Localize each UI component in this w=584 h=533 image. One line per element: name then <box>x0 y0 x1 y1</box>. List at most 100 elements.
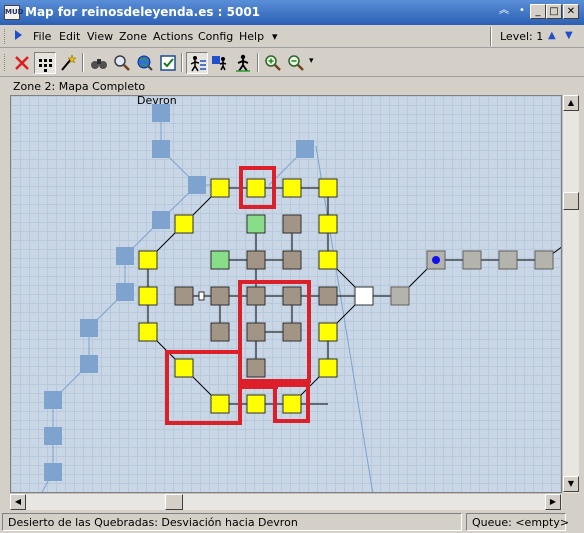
menu-config[interactable]: Config <box>198 30 233 43</box>
room[interactable] <box>246 394 266 414</box>
room[interactable] <box>246 250 266 270</box>
scroll-up-button[interactable]: ▲ <box>563 95 579 111</box>
level-indicator: Level: 1 <box>500 30 544 43</box>
faded-room[interactable] <box>44 391 62 409</box>
menu-overflow-icon[interactable]: ▾ <box>272 30 278 43</box>
faded-room[interactable] <box>152 211 170 229</box>
room[interactable] <box>318 322 338 342</box>
faded-room[interactable] <box>116 283 134 301</box>
room[interactable] <box>174 286 194 306</box>
room[interactable] <box>318 214 338 234</box>
level-down-icon[interactable]: ▼ <box>565 30 573 41</box>
level-up-icon[interactable]: ▲ <box>548 30 556 41</box>
faded-room[interactable] <box>44 427 62 445</box>
status-bar: Desierto de las Quebradas: Desviación ha… <box>0 511 584 533</box>
vertical-scroll-thumb[interactable] <box>563 192 579 210</box>
grid-dots-icon[interactable] <box>34 52 56 74</box>
room[interactable] <box>282 322 302 342</box>
menu-help[interactable]: Help <box>239 30 264 43</box>
faded-room[interactable] <box>116 247 134 265</box>
menu-bar: File Edit View Zone Actions Config Help … <box>0 25 584 48</box>
green-room[interactable] <box>246 214 266 234</box>
toolbar: ▾ <box>0 49 584 77</box>
magic-wand-icon[interactable] <box>57 52 79 74</box>
menu-actions[interactable]: Actions <box>153 30 193 43</box>
scroll-left-button[interactable]: ◀ <box>10 494 26 510</box>
toolbar-grip[interactable] <box>4 54 7 71</box>
zoom-out-icon[interactable] <box>285 52 307 74</box>
room[interactable] <box>282 286 302 306</box>
scrollbar-corner <box>562 493 579 510</box>
faded-room[interactable] <box>188 176 206 194</box>
room[interactable] <box>534 250 554 270</box>
highlight-box <box>238 383 278 389</box>
map-label-devron: Devron <box>137 96 177 107</box>
room[interactable] <box>210 286 230 306</box>
room[interactable] <box>462 250 482 270</box>
room[interactable] <box>174 214 194 234</box>
menu-view[interactable]: View <box>87 30 113 43</box>
horizontal-scroll-thumb[interactable] <box>165 494 183 510</box>
room[interactable] <box>282 250 302 270</box>
menubar-separator <box>490 27 492 46</box>
map-canvas[interactable]: Devron <box>10 95 562 493</box>
walker-path-icon[interactable] <box>209 52 231 74</box>
zoom-in-icon[interactable] <box>262 52 284 74</box>
room[interactable] <box>246 322 266 342</box>
room[interactable] <box>138 250 158 270</box>
scroll-right-button[interactable]: ▶ <box>545 494 561 510</box>
title-bar[interactable]: MUD Map for reinosdeleyenda.es : 5001 ︽ … <box>0 0 584 25</box>
checkbox-icon[interactable] <box>157 52 179 74</box>
room[interactable] <box>318 178 338 198</box>
room[interactable] <box>282 394 302 414</box>
menu-file[interactable]: File <box>33 30 51 43</box>
maximize-button[interactable]: □ <box>546 4 562 19</box>
room[interactable] <box>246 178 266 198</box>
room[interactable] <box>210 322 230 342</box>
room[interactable] <box>318 250 338 270</box>
toolbar-separator <box>181 53 183 72</box>
faded-room[interactable] <box>80 355 98 373</box>
room[interactable] <box>282 214 302 234</box>
menubar-grip[interactable] <box>4 29 7 44</box>
minimize-button[interactable]: _ <box>530 4 546 19</box>
speedwalk-icon[interactable] <box>186 52 208 74</box>
delete-icon[interactable] <box>11 52 33 74</box>
east-rooms <box>390 250 554 306</box>
play-icon[interactable] <box>15 30 22 40</box>
faded-room[interactable] <box>44 463 62 481</box>
close-button[interactable]: ✕ <box>563 4 579 19</box>
room[interactable] <box>138 322 158 342</box>
room[interactable] <box>174 358 194 378</box>
menu-zone[interactable]: Zone <box>119 30 147 43</box>
room[interactable] <box>318 358 338 378</box>
white-room[interactable] <box>354 286 374 306</box>
zone-bar: Zone 2: Mapa Completo <box>0 78 584 96</box>
room[interactable] <box>246 358 266 378</box>
room[interactable] <box>498 250 518 270</box>
room[interactable] <box>138 286 158 306</box>
binoculars-icon[interactable] <box>88 52 110 74</box>
room[interactable] <box>246 286 266 306</box>
pin-icon[interactable]: • <box>514 4 530 19</box>
faded-room[interactable] <box>80 319 98 337</box>
vertical-scrollbar[interactable]: ▲ ▼ <box>562 95 579 493</box>
map-svg: Devron <box>41 96 561 492</box>
scroll-down-button[interactable]: ▼ <box>563 476 579 492</box>
globe-search-icon[interactable] <box>134 52 156 74</box>
walking-figure-icon[interactable] <box>232 52 254 74</box>
magnifier-icon[interactable] <box>111 52 133 74</box>
rollup-icon[interactable]: ︽ <box>496 4 512 19</box>
horizontal-scrollbar[interactable]: ◀ ▶ <box>10 493 562 510</box>
green-room[interactable] <box>210 250 230 270</box>
room[interactable] <box>390 286 410 306</box>
room[interactable] <box>282 178 302 198</box>
menu-edit[interactable]: Edit <box>59 30 80 43</box>
room[interactable] <box>210 178 230 198</box>
faded-room[interactable] <box>152 140 170 158</box>
room[interactable] <box>318 286 338 306</box>
zoom-dropdown-icon[interactable]: ▾ <box>309 56 314 66</box>
faded-room[interactable] <box>296 140 314 158</box>
room[interactable] <box>210 394 230 414</box>
door-marker <box>198 291 205 301</box>
